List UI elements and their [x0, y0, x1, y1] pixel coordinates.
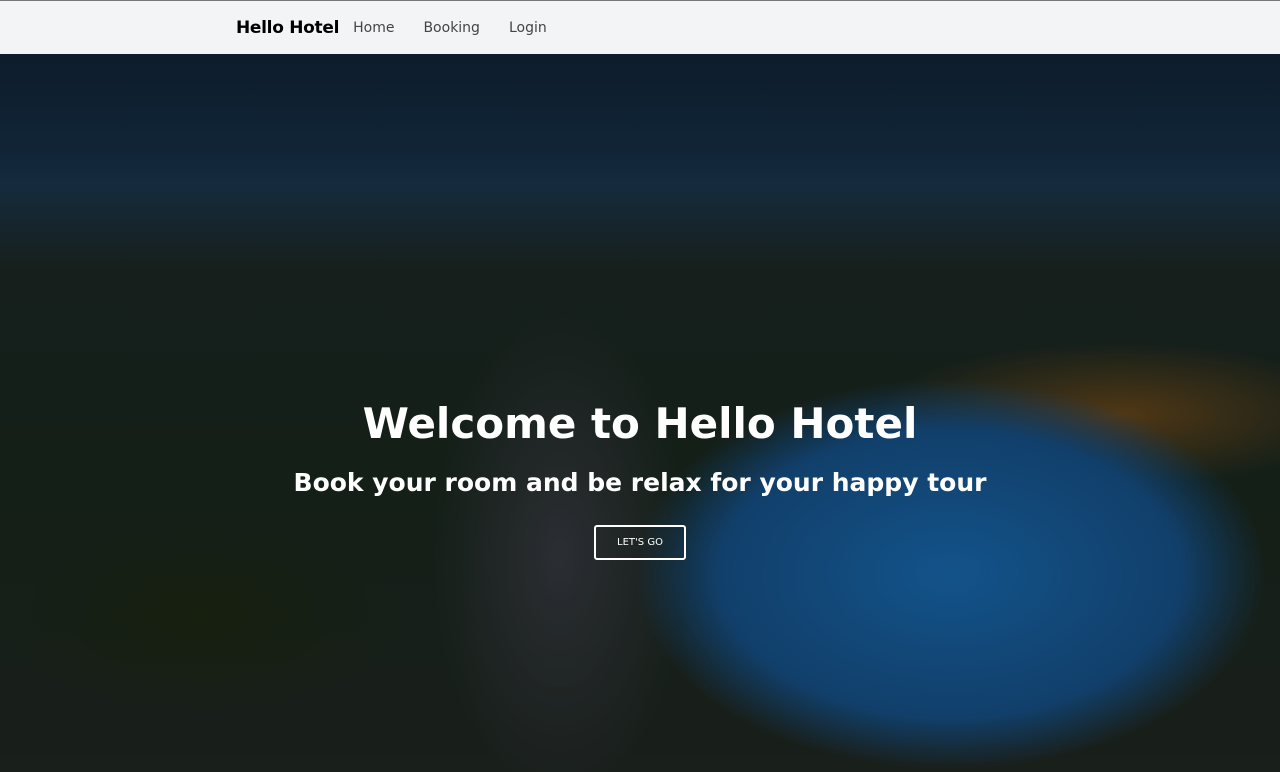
hero-subtitle: Book your room and be relax for your hap… [293, 468, 987, 497]
nav-booking[interactable]: Booking [423, 20, 480, 36]
hero-banner: Welcome to Hello Hotel Book your room an… [0, 54, 1280, 772]
hero-content: Welcome to Hello Hotel Book your room an… [0, 399, 1280, 560]
brand-logo[interactable]: Hello Hotel [236, 18, 339, 38]
hero-title: Welcome to Hello Hotel [362, 399, 918, 448]
navbar: Hello Hotel Home Booking Login [0, 0, 1280, 54]
nav-login[interactable]: Login [509, 20, 547, 36]
nav-home[interactable]: Home [353, 20, 394, 36]
lets-go-button[interactable]: LET'S GO [594, 525, 686, 560]
